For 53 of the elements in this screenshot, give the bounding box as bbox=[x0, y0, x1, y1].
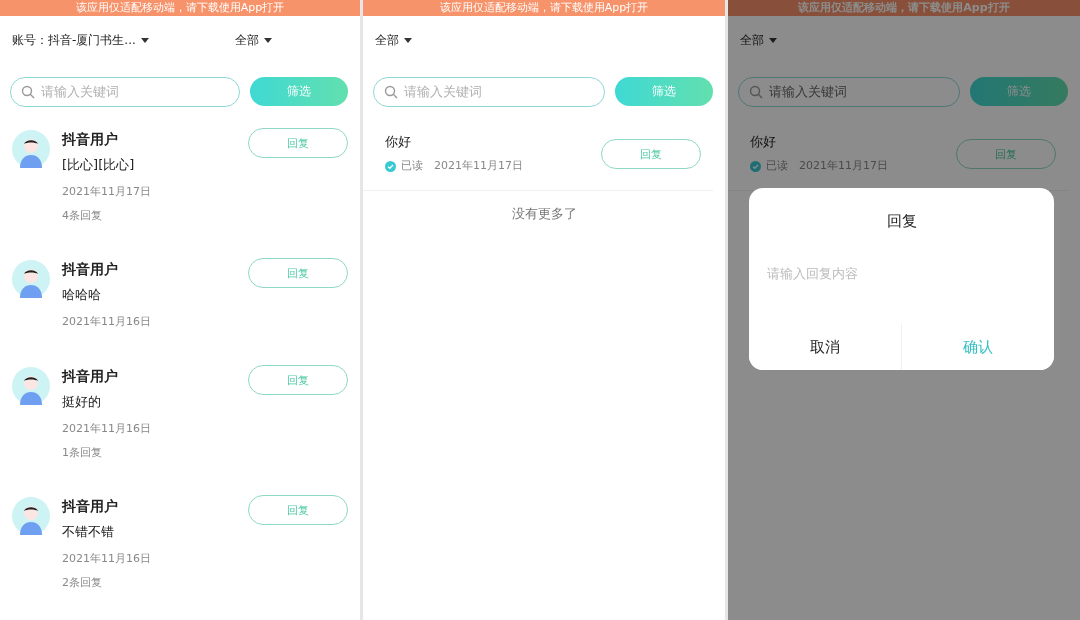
read-status: 已读 bbox=[766, 158, 788, 174]
message-date: 2021年11月17日 bbox=[434, 158, 523, 174]
filter-button[interactable]: 筛选 bbox=[615, 77, 713, 106]
caret-icon bbox=[140, 37, 149, 43]
reply-button[interactable]: 回复 bbox=[248, 128, 348, 158]
reply-count[interactable]: 2条回复 bbox=[62, 571, 248, 595]
search-icon bbox=[21, 84, 35, 99]
comment-date: 2021年11月16日 bbox=[62, 551, 152, 567]
user-name: 抖音用户 bbox=[62, 367, 119, 386]
caret-icon bbox=[264, 37, 272, 43]
comment-text: [比心][比心] bbox=[62, 156, 136, 174]
user-name: 抖音用户 bbox=[62, 497, 119, 516]
comment-text: 哈哈哈 bbox=[62, 286, 102, 304]
dialog-title: 回复 bbox=[886, 211, 917, 231]
user-name: 抖音用户 bbox=[62, 260, 119, 279]
comment-date: 2021年11月16日 bbox=[62, 421, 152, 437]
comment-text: 挺好的 bbox=[62, 393, 102, 411]
notice-banner: 该应用仅适配移动端，请下载使用App打开 bbox=[0, 0, 360, 16]
reply-button[interactable]: 回复 bbox=[248, 365, 348, 395]
notice-banner: 该应用仅适配移动端，请下载使用App打开 bbox=[363, 0, 725, 16]
search-field[interactable]: 请输入关键词 bbox=[373, 76, 605, 107]
search-icon bbox=[749, 84, 763, 99]
search-field[interactable]: 请输入关键词 bbox=[10, 76, 240, 107]
search-icon bbox=[384, 84, 398, 99]
avatar-icon bbox=[12, 497, 50, 535]
filter-dropdown[interactable]: 全部 bbox=[740, 31, 777, 49]
filter-button[interactable]: 筛选 bbox=[250, 77, 348, 106]
filter-button[interactable]: 筛选 bbox=[970, 77, 1068, 106]
comment-text: 不错不错 bbox=[62, 523, 115, 541]
caret-icon bbox=[404, 37, 412, 43]
reply-count[interactable]: 4条回复 bbox=[62, 204, 248, 228]
message-text: 你好 bbox=[750, 133, 777, 151]
reply-button[interactable]: 回复 bbox=[956, 139, 1056, 169]
end-of-list-text: 没有更多了 bbox=[510, 205, 578, 223]
confirm-button[interactable]: 确认 bbox=[901, 324, 1054, 370]
avatar-icon bbox=[12, 260, 50, 298]
reply-button[interactable]: 回复 bbox=[248, 495, 348, 525]
message-text: 你好 bbox=[385, 133, 412, 151]
reply-button[interactable]: 回复 bbox=[248, 258, 348, 288]
reply-button[interactable]: 回复 bbox=[601, 139, 701, 169]
reply-count[interactable]: 1条回复 bbox=[62, 441, 248, 465]
user-name: 抖音用户 bbox=[62, 130, 119, 149]
avatar-icon bbox=[12, 367, 50, 405]
notice-banner: 该应用仅适配移动端，请下载使用App打开 bbox=[728, 0, 1080, 16]
avatar-icon bbox=[12, 130, 50, 168]
caret-icon bbox=[769, 37, 777, 43]
search-field[interactable]: 请输入关键词 bbox=[738, 76, 960, 107]
filter-dropdown[interactable]: 全部 bbox=[235, 31, 272, 49]
comment-date: 2021年11月16日 bbox=[62, 314, 152, 330]
comment-date: 2021年11月17日 bbox=[62, 184, 152, 200]
account-dropdown[interactable]: 账号：抖音-厦门书生... bbox=[12, 31, 235, 49]
filter-dropdown[interactable]: 全部 bbox=[375, 31, 412, 49]
read-status: 已读 bbox=[401, 158, 423, 174]
